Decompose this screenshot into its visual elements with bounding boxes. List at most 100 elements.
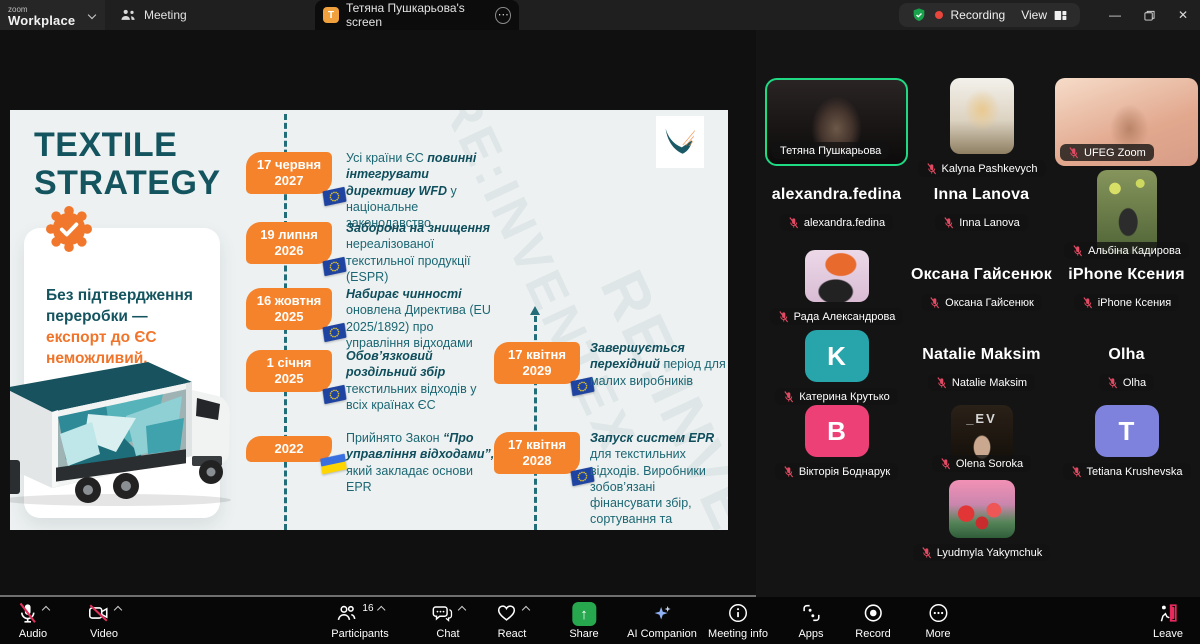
participant-cell: Рада Александрова — [764, 250, 909, 325]
participant-display-name: alexandra.fedina — [772, 186, 901, 204]
maximize-button[interactable] — [1132, 0, 1166, 30]
recording-indicator-dot — [935, 11, 943, 19]
participant-name-text: Inna Lanova — [959, 217, 1020, 229]
toolbar-button-audio[interactable]: Audio — [17, 602, 49, 640]
toolbar-button-meeting-info[interactable]: Meeting info — [708, 602, 768, 640]
timeline-text: Обов’язковий роздільний збір текстильних… — [346, 348, 498, 413]
participant-name-label: Рада Александрова — [770, 308, 904, 325]
chat-icon — [431, 602, 454, 624]
tab-options-button[interactable]: ⋯ — [495, 7, 511, 24]
participant-video-tile[interactable] — [950, 78, 1014, 154]
meeting-people-icon — [120, 8, 137, 22]
toolbar-button-label: More — [925, 628, 950, 640]
participant-name-text: Тетяна Пушкарьова — [780, 145, 881, 157]
chevron-up-icon[interactable] — [458, 606, 466, 614]
toolbar-button-label: Apps — [798, 628, 823, 640]
timeline-text: Набирає чинності оновлена Директива (EU … — [346, 286, 498, 351]
toolbar-button-video[interactable]: Video — [87, 602, 121, 640]
titlebar-right: Recording View — ✕ — [899, 0, 1200, 30]
toolbar-button-record[interactable]: Record — [855, 602, 890, 640]
tab-shared-screen[interactable]: T Тетяна Пушкарьова's screen ⋯ — [315, 0, 519, 30]
toolbar-button-label: Record — [855, 628, 890, 640]
participant-display-name: Olha — [1108, 346, 1144, 364]
toolbar-button-participants[interactable]: 16Participants — [331, 602, 388, 640]
minimize-button[interactable]: — — [1098, 0, 1132, 30]
toolbar-button-label: Video — [90, 628, 118, 640]
toolbar-button-label: AI Companion — [627, 628, 697, 640]
participant-name-text: iPhone Ксения — [1098, 297, 1172, 309]
toolbar-button-label: Meeting info — [708, 628, 768, 640]
participant-video-tile[interactable]: UFEG Zoom — [1055, 78, 1198, 166]
participant-video-tile[interactable] — [949, 480, 1015, 538]
ukraine-flag-icon — [320, 453, 347, 474]
participants-row: Lyudmyla Yakymchuk — [764, 480, 1199, 561]
toolbar-button-share[interactable]: ↑Share — [569, 602, 598, 640]
participant-avatar[interactable]: B — [805, 405, 869, 457]
mic-muted-icon — [929, 297, 940, 309]
mic-muted-icon — [943, 217, 954, 229]
camera-off-icon — [87, 602, 110, 624]
titlebar: zoom Workplace Meeting T Тетяна Пушкарьо… — [0, 0, 1200, 30]
participant-video-tile[interactable] — [805, 250, 869, 302]
participant-name-text: Катерина Крутько — [799, 391, 890, 403]
participant-cell: Альбіна Кадирова — [1054, 170, 1199, 259]
view-label: View — [1021, 8, 1047, 22]
participant-name-text: Альбіна Кадирова — [1088, 245, 1181, 257]
participant-name-text: Рада Александрова — [794, 311, 896, 323]
close-button[interactable]: ✕ — [1166, 0, 1200, 30]
participant-display-name: Natalie Maksim — [922, 346, 1040, 364]
participants-row: BВікторія Боднарук_EVOlena SorokaTTetian… — [764, 405, 1199, 480]
participant-name-label: Kalyna Pashkevych — [918, 160, 1046, 177]
timeline-text: Прийнято Закон “Про управління відходами… — [346, 430, 498, 495]
chevron-up-icon[interactable] — [42, 606, 50, 614]
chevron-up-icon[interactable] — [522, 606, 530, 614]
participant-name-label: Tetiana Krushevska — [1063, 463, 1191, 480]
slide-title-line1: TEXTILE — [34, 126, 177, 164]
timeline-arrow-icon — [530, 306, 540, 315]
heart-icon — [495, 602, 518, 624]
meeting-main-area: RE:INVENTEX RE:INVENTEX TEXTILE — [0, 30, 1200, 597]
toolbar-button-label: Leave — [1153, 628, 1183, 640]
workplace-menu[interactable]: zoom Workplace — [0, 0, 105, 30]
toolbar-button-label: React — [498, 628, 527, 640]
toolbar-button-apps[interactable]: Apps — [798, 602, 823, 640]
eu-flag-icon — [322, 257, 347, 277]
security-shield-icon[interactable] — [911, 7, 927, 23]
participant-name-label: Natalie Maksim — [928, 374, 1035, 391]
participant-cell: _EVOlena Soroka — [909, 405, 1054, 480]
view-button[interactable]: View — [1021, 8, 1068, 22]
timeline-date-pill: 1 січня2025 — [246, 350, 332, 392]
apps-icon — [800, 602, 822, 624]
participants-row: K Катерина Крутько Natalie Maksim Natalie M… — [764, 330, 1199, 405]
truck-illustration — [10, 356, 246, 508]
participant-video-tile[interactable]: Тетяна Пушкарьова — [765, 78, 908, 166]
participants-row: Тетяна Пушкарьова Kalyna Pashkevych UFEG Z… — [764, 78, 1199, 177]
eu-flag-icon — [322, 385, 347, 405]
toolbar-button-more[interactable]: More — [925, 602, 950, 640]
chevron-up-icon[interactable] — [114, 606, 122, 614]
participant-cell — [1054, 480, 1199, 561]
participant-cell: UFEG Zoom — [1054, 78, 1199, 177]
chevron-up-icon[interactable] — [377, 606, 385, 614]
timeline-date-pill: 2022 — [246, 436, 332, 462]
toolbar-button-react[interactable]: React — [495, 602, 529, 640]
mic-muted-icon — [936, 377, 947, 389]
tab-meeting[interactable]: Meeting — [120, 0, 187, 30]
toolbar-button-ai-companion[interactable]: AI Companion — [627, 602, 697, 640]
participant-name-text: Kalyna Pashkevych — [942, 163, 1038, 175]
eu-flag-icon — [322, 187, 347, 207]
mic-muted-icon — [1071, 466, 1082, 478]
certified-badge-icon — [46, 206, 92, 257]
window-controls: — ✕ — [1098, 0, 1200, 30]
zoom-workplace-logo: zoom Workplace — [8, 6, 75, 27]
presentation-slide: RE:INVENTEX RE:INVENTEX TEXTILE — [10, 110, 728, 530]
participant-avatar[interactable]: K — [805, 330, 869, 382]
participant-name-label: alexandra.fedina — [780, 214, 893, 231]
toolbar-button-leave[interactable]: Leave — [1153, 602, 1183, 640]
participant-avatar[interactable]: T — [1095, 405, 1159, 457]
participant-name-label: Катерина Крутько — [775, 388, 898, 405]
toolbar-button-chat[interactable]: Chat — [431, 602, 465, 640]
participant-cell: Оксана ГайсенюкОксана Гайсенюк — [909, 250, 1054, 325]
participant-cell: iPhone КсенияiPhone Ксения — [1054, 250, 1199, 325]
mic-muted-icon — [778, 311, 789, 323]
